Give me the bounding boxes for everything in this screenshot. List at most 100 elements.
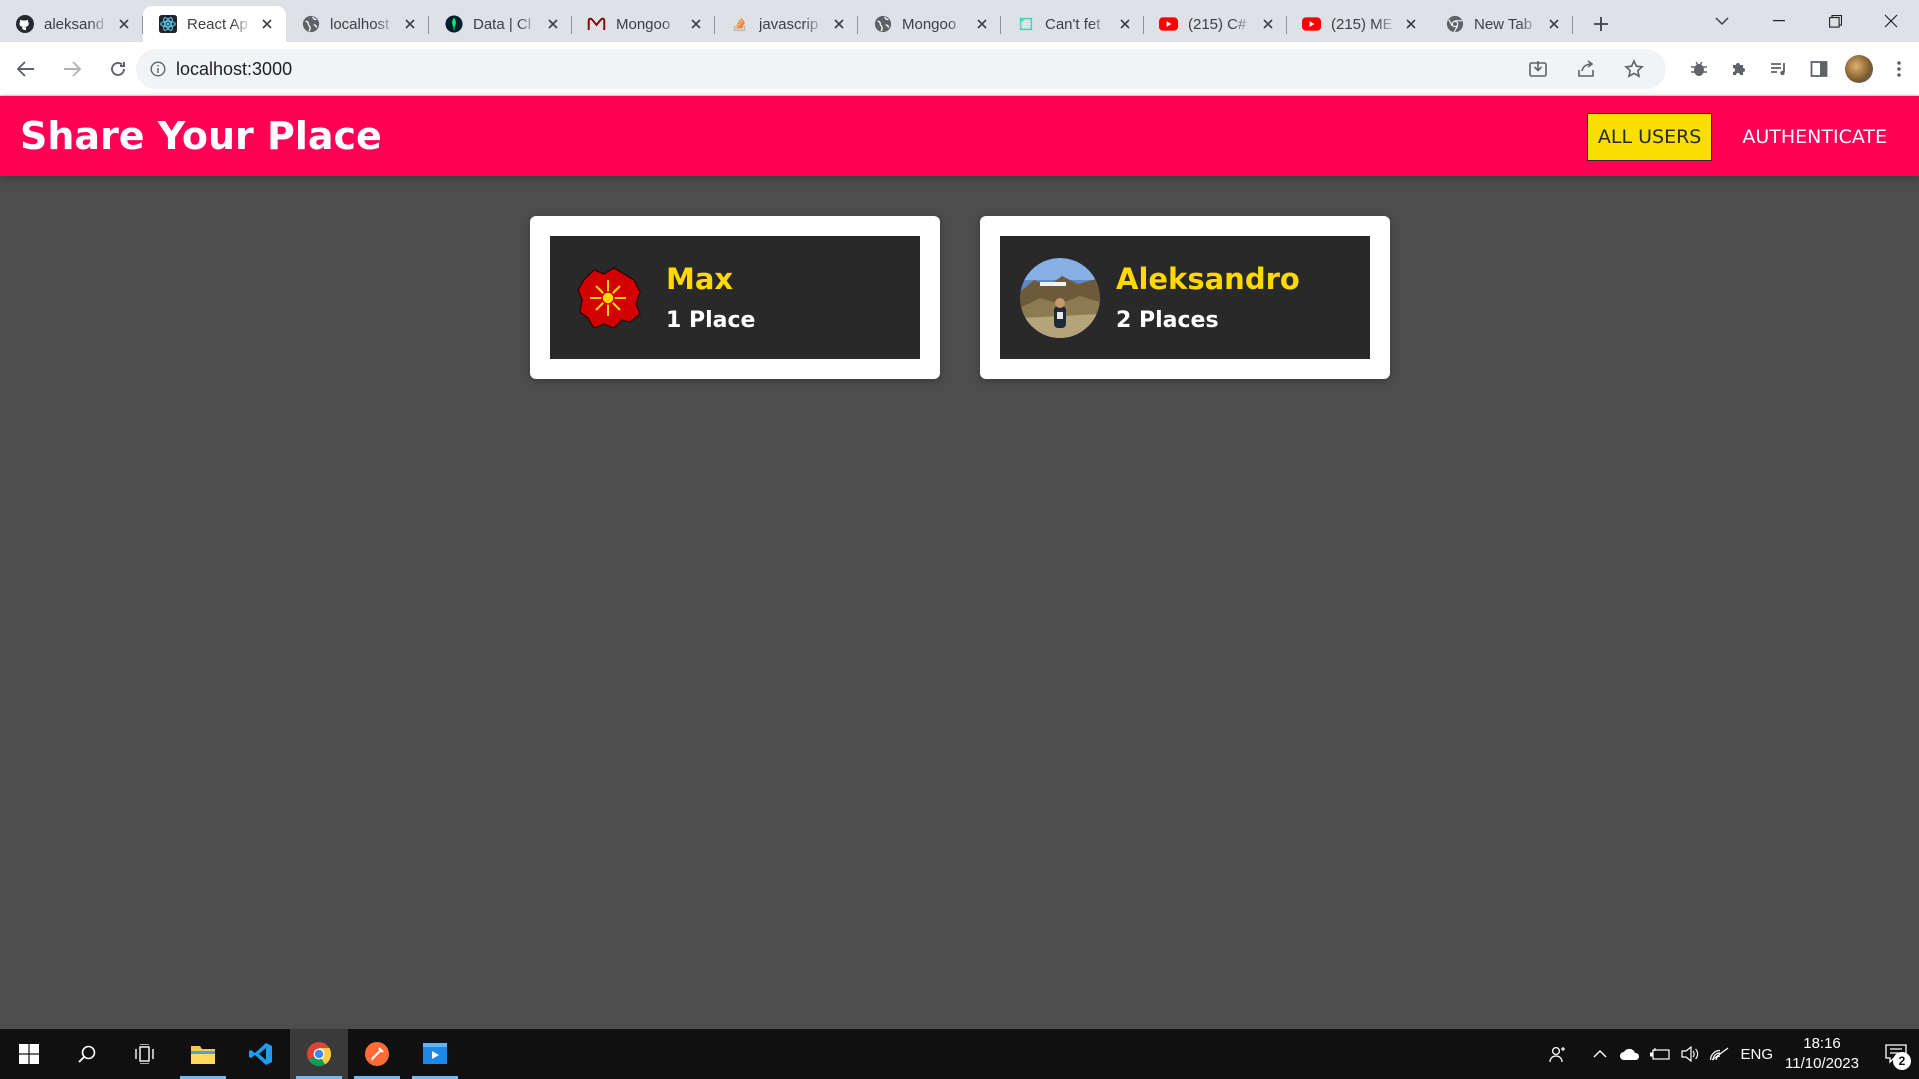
share-button[interactable] <box>1566 49 1606 89</box>
playlist-icon <box>1771 63 1785 76</box>
user-name: Aleksandro <box>1116 262 1300 296</box>
clock-time: 18:16 <box>1803 1035 1841 1052</box>
bookmark-button[interactable] <box>1614 49 1654 89</box>
browser-menu-button[interactable] <box>1879 49 1919 89</box>
tab-title: Can't fet <box>1045 15 1101 33</box>
profile-avatar <box>1845 55 1873 83</box>
tab-youtube-csharp[interactable]: (215) C# <box>1144 6 1287 42</box>
tab-mongodb-data[interactable]: Data | Cl <box>429 6 572 42</box>
close-icon[interactable] <box>1402 15 1420 33</box>
side-panel-button[interactable] <box>1799 49 1839 89</box>
install-app-button[interactable] <box>1518 49 1558 89</box>
hollywood-photo-avatar <box>1020 257 1100 338</box>
clock-date: 11/10/2023 <box>1785 1055 1859 1072</box>
minimize-icon <box>1773 20 1785 22</box>
plus-icon <box>1594 17 1608 31</box>
onedrive-cloud-icon[interactable] <box>1615 1029 1645 1079</box>
close-icon[interactable] <box>401 15 419 33</box>
taskbar-chrome[interactable] <box>290 1029 348 1079</box>
user-info: Aleksandro 2 Places <box>1116 262 1300 333</box>
profile-button[interactable] <box>1839 49 1879 89</box>
chevron-up-icon[interactable] <box>1585 1029 1615 1079</box>
media-control-button[interactable] <box>1759 49 1799 89</box>
wifi-icon[interactable] <box>1705 1029 1735 1079</box>
close-icon[interactable] <box>544 15 562 33</box>
window-controls <box>1751 0 1919 42</box>
arrow-right-icon <box>64 60 81 77</box>
reload-button[interactable] <box>98 49 138 89</box>
tab-search-button[interactable] <box>1699 0 1745 42</box>
nav-all-users[interactable]: ALL USERS <box>1586 113 1713 161</box>
search-icon <box>78 1045 96 1063</box>
tab-github[interactable]: aleksand <box>0 6 143 42</box>
extension-bug-button[interactable] <box>1679 49 1719 89</box>
start-button[interactable] <box>0 1029 58 1079</box>
tab-localhost[interactable]: localhost <box>286 6 429 42</box>
volume-icon[interactable] <box>1675 1029 1705 1079</box>
stackoverflow-icon <box>730 15 749 34</box>
tab-mongoose-docs[interactable]: Mongoo <box>572 6 715 42</box>
tab-youtube-me[interactable]: (215) ME <box>1287 6 1430 42</box>
omnibox-actions <box>1518 49 1654 89</box>
tab-cant-fetch[interactable]: Can't fet <box>1001 6 1144 42</box>
windows-taskbar: ENG 18:16 11/10/2023 2 <box>0 1029 1919 1079</box>
notification-center-button[interactable]: 2 <box>1873 1029 1919 1079</box>
nav-authenticate[interactable]: AUTHENTICATE <box>1732 113 1897 161</box>
app-title[interactable]: Share Your Place <box>20 114 382 158</box>
close-window-button[interactable] <box>1863 0 1919 42</box>
folder-icon <box>191 1046 215 1064</box>
new-tab-button[interactable] <box>1581 6 1621 42</box>
close-icon[interactable] <box>1259 15 1277 33</box>
page-icon <box>1016 15 1035 34</box>
close-icon[interactable] <box>830 15 848 33</box>
close-icon[interactable] <box>1116 15 1134 33</box>
taskbar-vscode[interactable] <box>232 1029 290 1079</box>
extensions-button[interactable] <box>1719 49 1759 89</box>
taskbar-file-explorer[interactable] <box>174 1029 232 1079</box>
user-item-link[interactable]: Max 1 Place <box>550 236 920 359</box>
close-icon[interactable] <box>115 15 133 33</box>
battery-icon[interactable] <box>1645 1029 1675 1079</box>
tab-react-app[interactable]: React Ap <box>143 6 286 42</box>
tab-title: aleksand <box>44 15 105 33</box>
react-icon <box>158 15 177 34</box>
close-icon[interactable] <box>1545 15 1563 33</box>
user-place-count: 2 Places <box>1116 308 1219 333</box>
taskbar-postman[interactable] <box>348 1029 406 1079</box>
restore-icon <box>1828 14 1842 28</box>
task-view-button[interactable] <box>116 1029 174 1079</box>
globe-icon <box>873 15 892 34</box>
minimize-button[interactable] <box>1751 0 1807 42</box>
language-indicator[interactable]: ENG <box>1741 1046 1774 1063</box>
main-navigation: ALL USERS AUTHENTICATE <box>1586 113 1897 161</box>
user-name: Max <box>666 262 734 296</box>
extension-row <box>1679 49 1919 89</box>
browser-tab-strip: aleksand React Ap localhost Data | Cl Mo… <box>0 0 1919 42</box>
macedonia-map-avatar <box>570 258 650 338</box>
taskbar-media-app[interactable] <box>406 1029 464 1079</box>
bug-icon <box>1691 61 1707 76</box>
clock[interactable]: 18:16 11/10/2023 <box>1785 1034 1859 1074</box>
close-icon[interactable] <box>973 15 991 33</box>
people-icon[interactable] <box>1543 1029 1573 1079</box>
tab-mongoose-globe[interactable]: Mongoo <box>858 6 1001 42</box>
windows-logo-icon <box>19 1044 39 1064</box>
tab-title: (215) C# <box>1188 15 1247 33</box>
close-icon[interactable] <box>258 15 276 33</box>
restore-button[interactable] <box>1807 0 1863 42</box>
tab-stackoverflow[interactable]: javascrip <box>715 6 858 42</box>
globe-icon <box>301 15 320 34</box>
taskbar-search-button[interactable] <box>58 1029 116 1079</box>
forward-button[interactable] <box>52 49 92 89</box>
install-icon <box>1529 61 1547 77</box>
user-item-link[interactable]: Aleksandro 2 Places <box>1000 236 1370 359</box>
close-icon <box>1884 14 1898 28</box>
back-button[interactable] <box>6 49 46 89</box>
tab-title: localhost <box>330 15 390 33</box>
close-icon[interactable] <box>687 15 705 33</box>
tab-title: Data | Cl <box>473 15 532 33</box>
tab-new-tab[interactable]: New Tab <box>1430 6 1573 42</box>
browser-toolbar: localhost:3000 <box>0 42 1919 96</box>
tab-title: New Tab <box>1474 15 1533 33</box>
address-bar[interactable]: localhost:3000 <box>136 49 1666 89</box>
